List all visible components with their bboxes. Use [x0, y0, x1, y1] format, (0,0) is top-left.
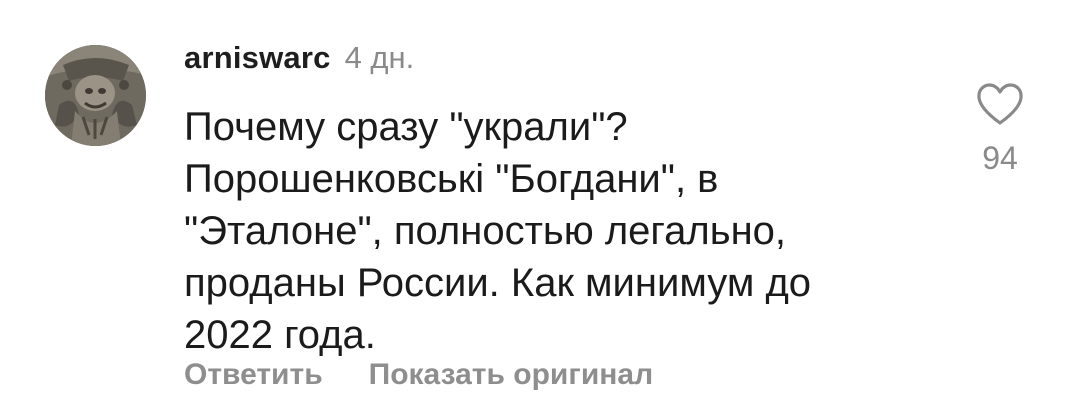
username[interactable]: arniswarc: [184, 40, 331, 76]
comment-actions: Ответить Показать оригинал: [184, 358, 653, 392]
avatar[interactable]: [45, 45, 146, 146]
comment-item: arniswarc 4 дн. Почему сразу "украли"? П…: [0, 0, 1080, 410]
comment-text-line: "Эталоне", полностью легально,: [184, 209, 787, 253]
comment-text-line: 2022 года.: [184, 313, 376, 357]
comment-text: Почему сразу "украли"? Порошенковські "Б…: [184, 101, 904, 361]
avatar-photo: [45, 45, 146, 146]
comment-text-line: Почему сразу "украли"?: [184, 105, 628, 149]
comment-header: arniswarc 4 дн.: [184, 40, 414, 84]
comment-timestamp: 4 дн.: [344, 40, 415, 75]
comment-text-line: Порошенковські "Богдани", в: [184, 157, 719, 201]
reply-button[interactable]: Ответить: [184, 358, 323, 392]
show-original-button[interactable]: Показать оригинал: [369, 358, 654, 392]
like-count: 94: [982, 140, 1018, 176]
like-control: 94: [972, 82, 1028, 177]
comment-text-line: проданы России. Как минимум до: [184, 261, 812, 305]
heart-outline-icon[interactable]: [976, 82, 1024, 126]
